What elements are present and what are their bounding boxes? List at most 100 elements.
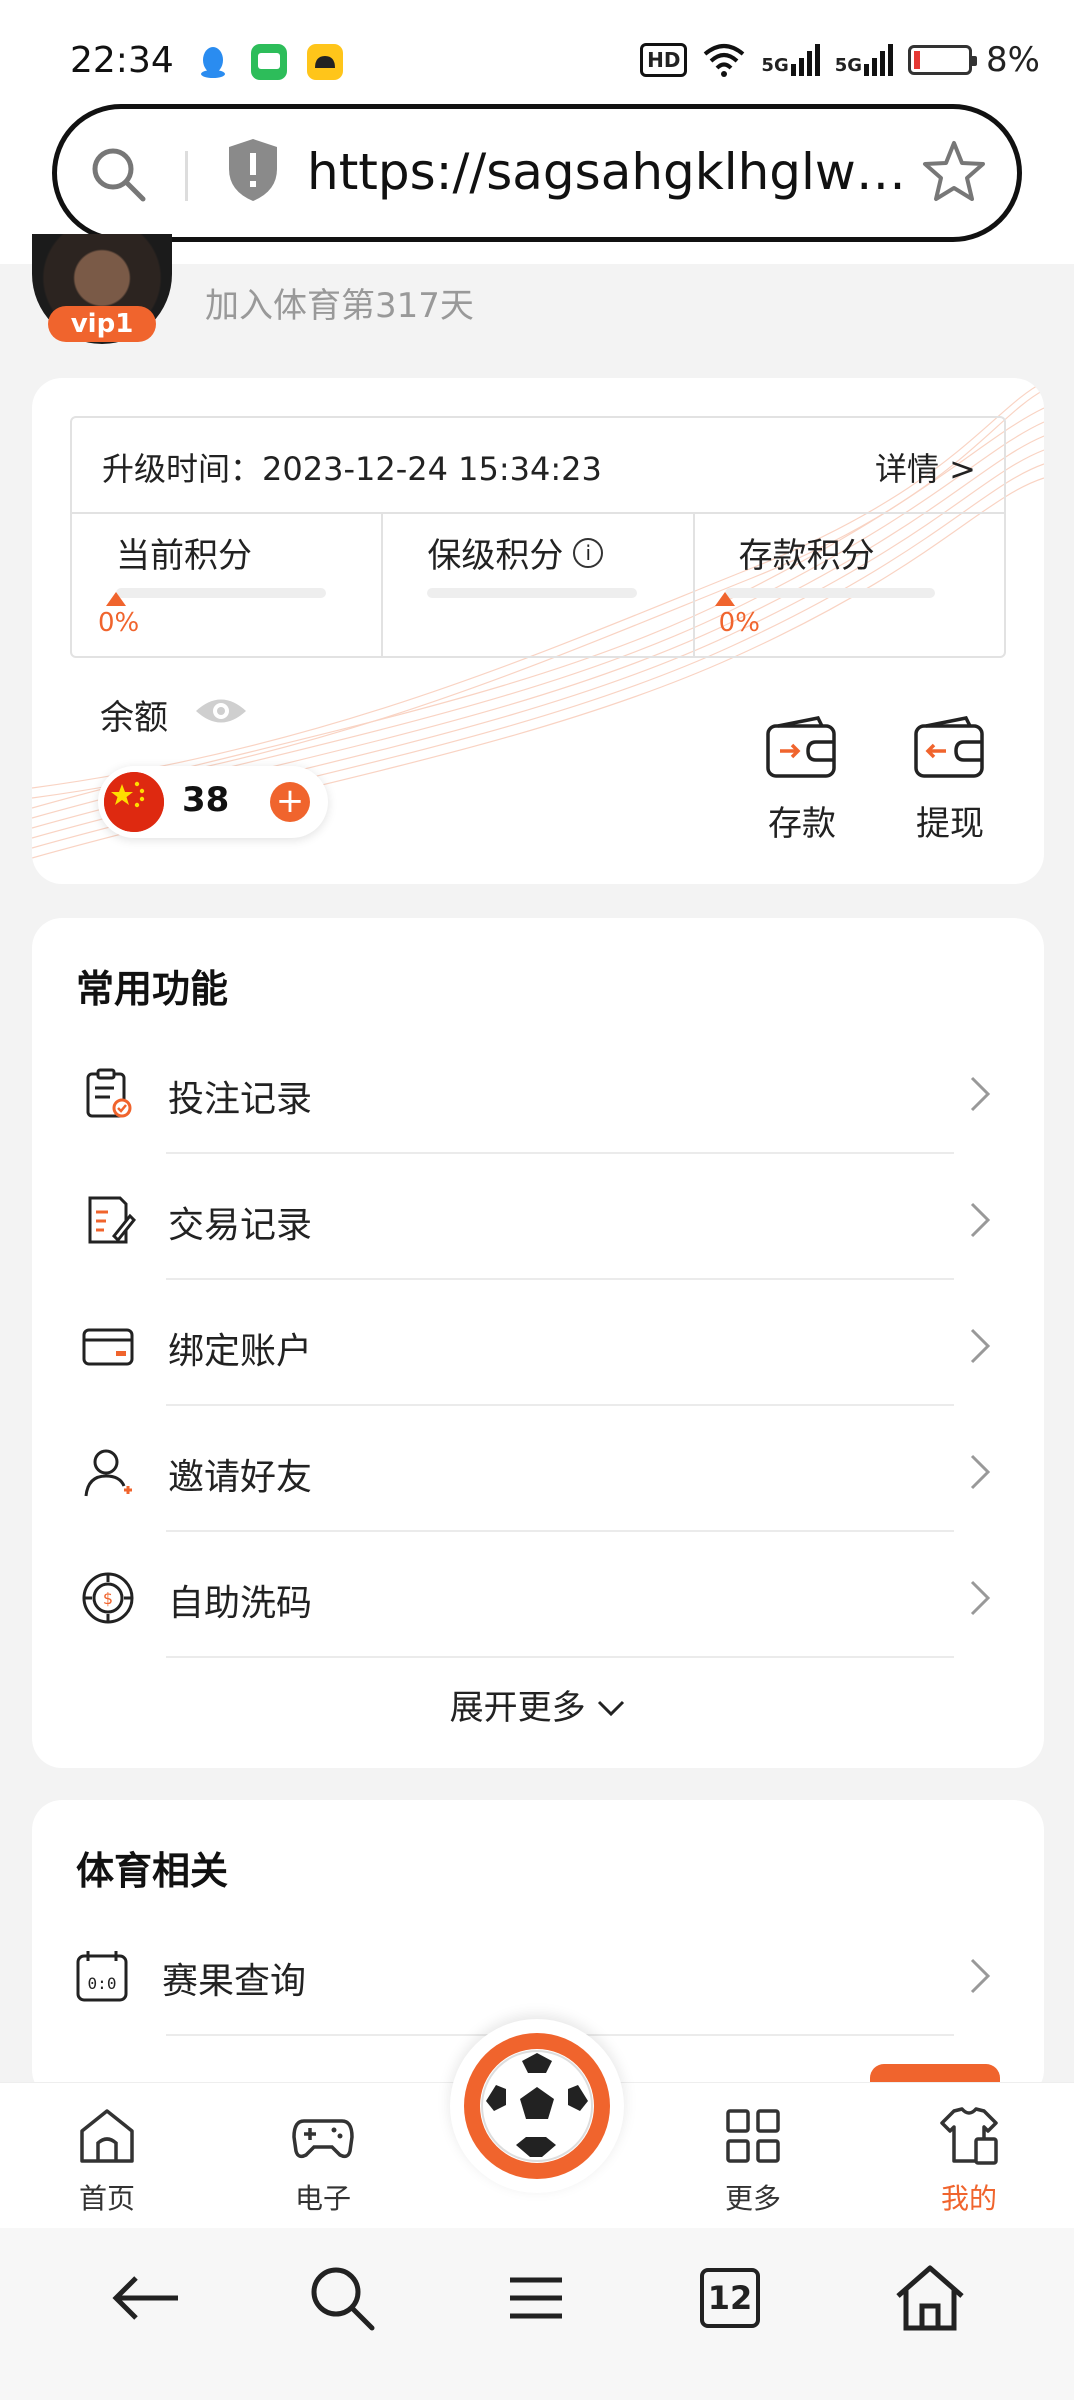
gamepad-icon: [292, 2119, 354, 2159]
balance-label: 余额: [100, 698, 168, 738]
eye-icon[interactable]: [194, 694, 248, 728]
tab-count-button[interactable]: 12: [700, 2268, 760, 2328]
expand-more-label: 展开更多: [449, 1688, 586, 1728]
list-item-label: 邀请好友: [168, 1457, 313, 1498]
list-item-label: 投注记录: [168, 1079, 313, 1120]
battery-icon: [908, 45, 978, 75]
signal-5g-2: 5G: [835, 44, 894, 76]
expand-more-button[interactable]: 展开更多: [32, 1680, 1044, 1729]
details-link[interactable]: 详情 >: [875, 444, 976, 490]
tab-more[interactable]: 更多: [698, 2103, 808, 2217]
divider: [166, 1656, 954, 1658]
list-item-self-rebate[interactable]: $ 自助洗码: [32, 1532, 1044, 1658]
list-item-bind-account[interactable]: 绑定账户: [32, 1280, 1044, 1406]
tab-label: 我的: [940, 2182, 997, 2215]
join-days-text: 加入体育第317天: [205, 286, 474, 326]
progress-track: [724, 588, 935, 598]
sports-center-button[interactable]: [450, 2019, 624, 2193]
football-icon: [464, 2033, 610, 2179]
menu-icon[interactable]: [496, 2258, 576, 2338]
messages-icon: [251, 44, 287, 80]
bottom-tab-bar: 首页 电子 更多 我的: [0, 2019, 1074, 2228]
transaction-record-icon: [88, 1196, 136, 1244]
car-app-icon: [307, 44, 343, 80]
status-right: HD 5G 5G 8%: [640, 40, 1040, 80]
tab-label: 首页: [78, 2182, 135, 2215]
chevron-right-icon: [970, 1202, 991, 1238]
common-functions-card: 常用功能 投注记录 交易记录 绑定账户 邀请好友 $ 自助洗码 展开更多: [32, 918, 1044, 1768]
section-title: 体育相关: [76, 1849, 229, 1893]
divider: [185, 151, 188, 201]
upgrade-box: 升级时间：2023-12-24 15:34:23 详情 > 当前积分 0% 保级…: [70, 416, 1006, 658]
withdraw-button[interactable]: 提现: [900, 714, 1000, 845]
withdraw-label: 提现: [916, 804, 984, 844]
star-icon[interactable]: [921, 139, 987, 205]
progress-track: [116, 588, 326, 598]
tab-label: 更多: [724, 2182, 781, 2215]
status-time: 22:34: [70, 40, 174, 81]
home-icon[interactable]: [890, 2258, 970, 2338]
progress-marker-icon: [714, 592, 735, 606]
calendar-score-icon: 0:0: [76, 1951, 128, 2002]
current-points-percent: 0%: [98, 608, 140, 638]
bet-record-icon: [86, 1068, 132, 1118]
qq-icon: [195, 44, 231, 80]
list-item-label: 绑定账户: [168, 1331, 313, 1372]
chevron-right-icon: [970, 1076, 991, 1112]
withdraw-wallet-icon: [914, 716, 984, 778]
upgrade-time: 升级时间：2023-12-24 15:34:23: [102, 450, 602, 488]
invite-friend-icon: [84, 1449, 132, 1497]
list-item-invite-friend[interactable]: 邀请好友: [32, 1406, 1044, 1532]
deposit-wallet-icon: [766, 716, 836, 778]
address-bar[interactable]: https://sagsahgklhglwpf...: [52, 104, 1022, 242]
keep-level-points: 保级积分 i: [383, 514, 695, 658]
current-points-title: 当前积分: [116, 536, 252, 576]
profile-header: vip1 加入体育第317天: [0, 234, 1074, 344]
wifi-icon: [704, 44, 745, 77]
home-icon: [80, 2109, 134, 2163]
current-points: 当前积分 0%: [72, 514, 384, 658]
info-icon[interactable]: i: [573, 537, 604, 568]
signal-5g-1: 5G: [761, 44, 820, 76]
deposit-button[interactable]: 存款: [752, 714, 852, 845]
progress-marker-icon: [106, 592, 126, 606]
add-funds-button[interactable]: +: [270, 782, 310, 822]
list-item-label: 交易记录: [168, 1205, 313, 1246]
tab-label: 电子: [294, 2182, 351, 2215]
tab-mine[interactable]: 我的: [914, 2103, 1024, 2217]
chip-icon: $: [82, 1572, 134, 1624]
list-item-match-results[interactable]: 0:0 赛果查询: [32, 1910, 1044, 2036]
url-text[interactable]: https://sagsahgklhglwpf...: [307, 143, 927, 201]
list-item-label: 自助洗码: [168, 1583, 313, 1624]
status-bar: 22:34 HD 5G 5G 8%: [0, 0, 1074, 96]
bind-card-icon: [82, 1328, 134, 1366]
search-icon[interactable]: [302, 2258, 382, 2338]
signal-icon: [864, 44, 894, 76]
tab-home[interactable]: 首页: [52, 2103, 162, 2217]
points-columns: 当前积分 0% 保级积分 i 存款积分 0%: [72, 514, 1004, 658]
shield-icon[interactable]: [225, 137, 281, 203]
progress-track: [427, 588, 638, 598]
chevron-right-icon: [970, 1328, 991, 1364]
svg-text:0:0: 0:0: [88, 1974, 117, 1993]
section-title: 常用功能: [76, 967, 229, 1011]
battery-text: 8%: [986, 40, 1040, 80]
shirt-icon: [940, 2107, 998, 2165]
signal-icon: [790, 44, 820, 76]
list-item-bet-record[interactable]: 投注记录: [32, 1028, 1044, 1154]
deposit-label: 存款: [768, 804, 836, 844]
keep-level-title: 保级积分 i: [427, 528, 604, 577]
browser-nav-bar: 12: [0, 2228, 1074, 2400]
vip-badge: vip1: [48, 306, 156, 342]
status-app-icons: [195, 44, 343, 80]
deposit-points: 存款积分 0%: [695, 514, 1004, 658]
search-icon[interactable]: [87, 143, 149, 205]
back-arrow-icon[interactable]: [106, 2258, 186, 2338]
chevron-right-icon: [970, 1454, 991, 1490]
balance-pill: 38 +: [98, 766, 328, 838]
list-item-label: 赛果查询: [162, 1961, 307, 2002]
tab-electronic[interactable]: 电子: [268, 2103, 378, 2217]
list-item-transaction-record[interactable]: 交易记录: [32, 1154, 1044, 1280]
hd-badge: HD: [640, 43, 688, 77]
grid-icon: [726, 2109, 780, 2163]
